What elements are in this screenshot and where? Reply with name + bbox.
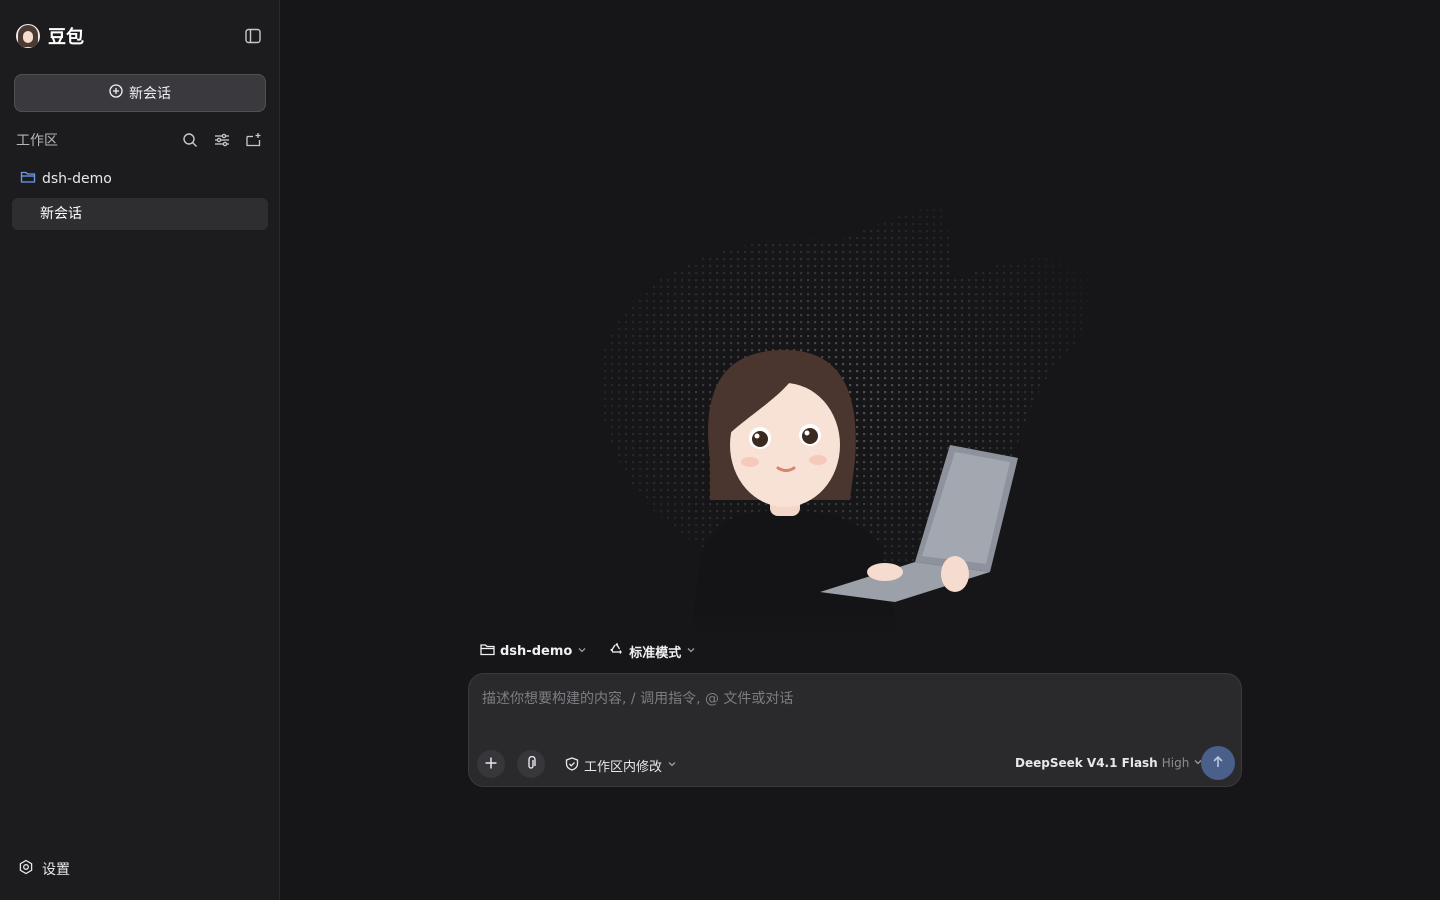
plus-icon <box>484 755 498 774</box>
brand-name: 豆包 <box>48 27 84 48</box>
permission-label: 工作区内修改 <box>584 760 663 775</box>
chevron-down-icon <box>667 758 677 773</box>
search-icon[interactable] <box>181 131 199 149</box>
mode-label: 标准模式 <box>629 645 682 661</box>
shield-icon <box>565 756 579 775</box>
sidebar-toggle-icon[interactable] <box>244 27 262 45</box>
brand[interactable]: 豆包 <box>16 23 84 49</box>
model-effort: High <box>1161 756 1190 770</box>
chat-list-item[interactable]: 新会话 <box>12 198 268 230</box>
workspace-header: 工作区 <box>16 130 266 150</box>
prompt-input[interactable] <box>482 688 1222 710</box>
brand-avatar <box>16 24 40 48</box>
add-button[interactable] <box>477 750 505 778</box>
settings-button[interactable]: 设置 <box>18 859 70 879</box>
mode-selector[interactable]: 标准模式 <box>609 642 696 661</box>
send-button[interactable] <box>1201 746 1235 780</box>
project-label: dsh-demo <box>500 643 573 659</box>
arrow-up-icon <box>1211 754 1225 773</box>
new-chat-label: 新会话 <box>129 86 171 102</box>
attach-button[interactable] <box>517 750 545 778</box>
folder-icon <box>20 170 36 188</box>
chevron-down-icon <box>577 644 587 659</box>
workspace-title: 工作区 <box>16 133 58 149</box>
context-row: dsh-demo 标准模式 <box>480 640 718 662</box>
folder-plus-icon[interactable] <box>245 131 263 149</box>
project-selector[interactable]: dsh-demo <box>480 643 587 660</box>
model-name: DeepSeek V4.1 Flash <box>1015 756 1158 770</box>
settings-label: 设置 <box>42 862 70 878</box>
sidebar: 豆包 新会话 工作区 dsh-demo 新会话 设置 <box>0 0 280 900</box>
paperclip-icon <box>524 755 538 774</box>
workspace-folder[interactable]: dsh-demo <box>20 170 112 188</box>
hero-illustration <box>560 200 1120 640</box>
composer: 工作区内修改 DeepSeek V4.1 Flash High <box>468 673 1242 787</box>
folder-label: dsh-demo <box>42 171 112 187</box>
gear-icon <box>18 859 34 879</box>
dotted-logo-background <box>600 207 1100 577</box>
chevron-down-icon <box>686 644 696 659</box>
plus-circle-icon <box>109 84 123 102</box>
recycle-icon <box>609 642 624 661</box>
model-selector[interactable]: DeepSeek V4.1 Flash High <box>1015 756 1203 770</box>
new-chat-button[interactable]: 新会话 <box>14 74 266 112</box>
permission-selector[interactable]: 工作区内修改 <box>565 756 677 775</box>
folder-icon <box>480 643 495 660</box>
sliders-icon[interactable] <box>213 131 231 149</box>
